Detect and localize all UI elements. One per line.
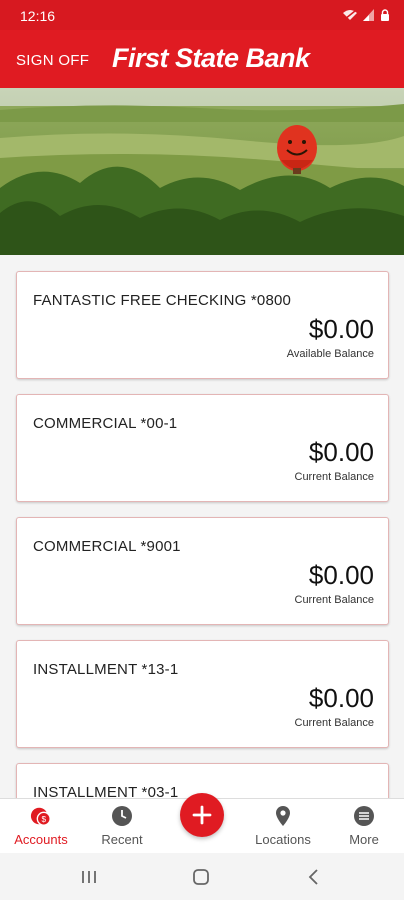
account-balance: $0.00 <box>308 683 374 713</box>
account-balance: $0.00 <box>308 560 374 590</box>
location-pin-icon <box>276 806 290 826</box>
nav-label: Locations <box>255 832 311 847</box>
account-balance: $0.00 <box>308 314 374 344</box>
sign-off-button[interactable]: SIGN OFF <box>16 52 89 69</box>
nav-accounts[interactable]: $ Accounts <box>1 799 81 854</box>
nav-more[interactable]: More <box>324 799 404 854</box>
recents-icon[interactable] <box>77 865 101 889</box>
account-name: INSTALLMENT *13-1 <box>33 661 179 678</box>
balance-label: Current Balance <box>294 471 375 483</box>
home-icon[interactable] <box>189 865 213 889</box>
clock-icon <box>112 806 132 826</box>
accounts-badge: $ <box>41 815 46 824</box>
status-icons <box>342 9 390 21</box>
app-header: SIGN OFF First State Bank <box>0 30 404 88</box>
balance-label: Current Balance <box>294 594 375 606</box>
balance-label: Available Balance <box>286 348 374 360</box>
bank-logo: First State Bank <box>112 43 310 73</box>
nav-locations[interactable]: Locations <box>243 799 323 854</box>
add-button[interactable] <box>180 793 224 837</box>
account-card[interactable]: INSTALLMENT *13-1 $0.00 Current Balance <box>16 640 389 748</box>
account-balance: $0.00 <box>308 437 374 467</box>
more-icon <box>354 806 374 826</box>
nav-recent[interactable]: Recent <box>82 799 162 854</box>
status-time: 12:16 <box>20 8 56 24</box>
lock-icon <box>381 9 389 21</box>
account-name: INSTALLMENT *03-1 <box>33 784 179 798</box>
wifi-icon <box>343 10 357 20</box>
account-name: COMMERCIAL *00-1 <box>33 415 178 432</box>
signal-icon <box>363 9 374 21</box>
bottom-nav: $ Accounts Recent Locations More <box>0 793 404 854</box>
account-card[interactable]: COMMERCIAL *00-1 $0.00 Current Balance <box>16 394 389 502</box>
accounts-icon: $ <box>30 807 51 826</box>
account-card[interactable]: COMMERCIAL *9001 $0.00 Current Balance <box>16 517 389 625</box>
account-name: FANTASTIC FREE CHECKING *0800 <box>33 292 292 309</box>
account-card[interactable]: FANTASTIC FREE CHECKING *0800 $0.00 Avai… <box>16 271 389 379</box>
plus-icon <box>192 805 212 825</box>
landscape-image <box>0 88 404 255</box>
nav-label: Recent <box>101 832 143 847</box>
nav-label: More <box>349 832 379 847</box>
status-bar: 12:16 <box>0 0 404 30</box>
nav-label: Accounts <box>14 832 68 847</box>
accounts-list[interactable]: FANTASTIC FREE CHECKING *0800 $0.00 Avai… <box>0 255 404 798</box>
hero-image <box>0 88 404 255</box>
balance-label: Current Balance <box>294 717 375 729</box>
system-nav-bar <box>0 853 404 900</box>
back-icon[interactable] <box>302 865 326 889</box>
account-name: COMMERCIAL *9001 <box>33 538 181 555</box>
